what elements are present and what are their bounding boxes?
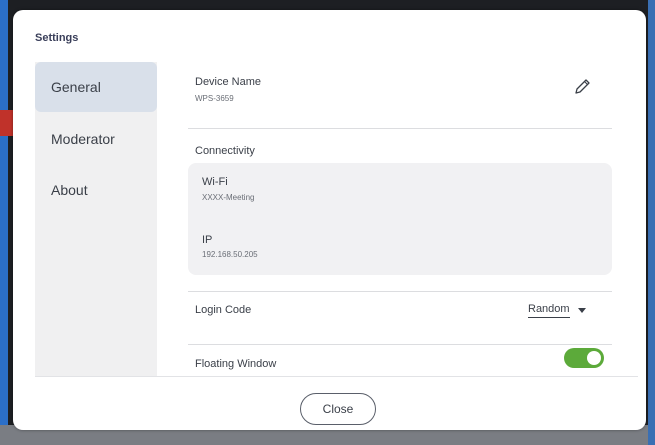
- device-name-label: Device Name: [195, 76, 262, 88]
- connectivity-label: Connectivity: [195, 145, 255, 157]
- background-edge-left: [0, 0, 8, 445]
- general-settings-panel: Device Name WPS-3659 Connectivity Wi-Fi …: [188, 62, 612, 376]
- ip-label: IP: [202, 234, 213, 246]
- connectivity-info-box: Wi-Fi XXXX-Meeting IP 192.168.50.205: [188, 163, 612, 275]
- dialog-body: General Moderator About Device Name WPS-…: [35, 62, 638, 376]
- login-code-label: Login Code: [195, 304, 252, 316]
- close-button[interactable]: Close: [300, 393, 376, 425]
- divider: [188, 291, 612, 292]
- wifi-label: Wi-Fi: [202, 176, 228, 188]
- sidebar-item-moderator[interactable]: Moderator: [35, 114, 157, 164]
- divider: [188, 128, 612, 129]
- wifi-value: XXXX-Meeting: [202, 193, 255, 202]
- divider: [188, 344, 612, 345]
- floating-window-toggle[interactable]: [564, 348, 604, 368]
- footer-divider: [35, 376, 638, 377]
- floating-window-label: Floating Window: [195, 358, 277, 370]
- ip-value: 192.168.50.205: [202, 250, 258, 259]
- pencil-icon[interactable]: [572, 77, 592, 97]
- login-code-dropdown[interactable]: Random: [528, 301, 586, 319]
- caret-down-icon: [577, 307, 586, 313]
- background-edge-right: [648, 0, 655, 445]
- toggle-knob: [587, 351, 601, 365]
- login-code-selected-value: Random: [528, 303, 570, 318]
- dialog-title: Settings: [35, 32, 79, 44]
- settings-dialog: Settings General Moderator About Device …: [13, 10, 646, 430]
- sidebar-item-about[interactable]: About: [35, 165, 157, 215]
- background-accent: [0, 110, 14, 136]
- sidebar: General Moderator About: [35, 62, 157, 376]
- sidebar-item-general[interactable]: General: [35, 62, 157, 112]
- device-name-value: WPS-3659: [195, 94, 234, 103]
